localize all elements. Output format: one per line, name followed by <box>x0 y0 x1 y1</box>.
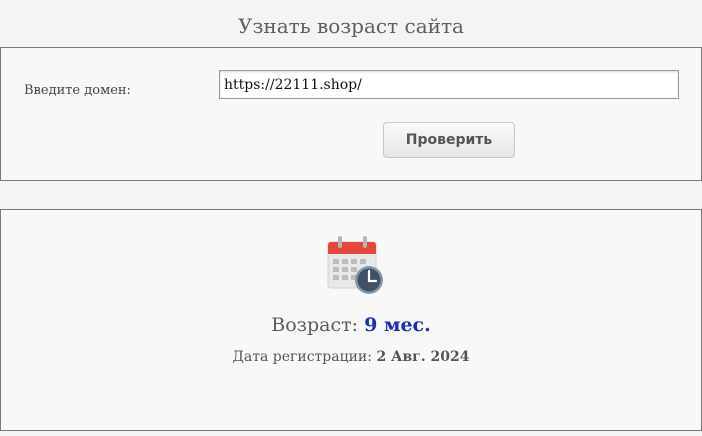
registration-date: 2 Авг. 2024 <box>376 349 470 365</box>
age-value: 9 мес. <box>364 314 431 336</box>
domain-input[interactable] <box>219 70 679 99</box>
result-panel: Возраст: 9 мес. Дата регистрации: 2 Авг.… <box>0 209 702 431</box>
age-label: Возраст: <box>271 314 359 336</box>
domain-form-panel: Введите домен: Проверить <box>0 47 702 181</box>
calendar-clock-icon <box>327 236 383 294</box>
registration-label: Дата регистрации: <box>232 349 372 365</box>
age-line: Возраст: 9 мес. <box>1 314 701 336</box>
domain-label: Введите домен: <box>24 83 131 98</box>
registration-line: Дата регистрации: 2 Авг. 2024 <box>1 349 701 365</box>
page-title: Узнать возраст сайта <box>238 14 464 38</box>
check-button[interactable]: Проверить <box>383 122 515 158</box>
